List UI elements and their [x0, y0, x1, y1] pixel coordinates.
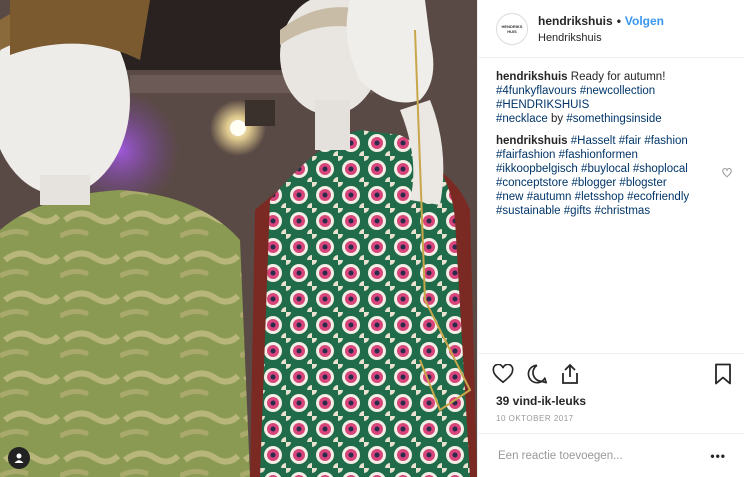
- location-link[interactable]: Hendrikshuis: [538, 32, 664, 44]
- caption: hendrikshuis Ready for autumn! #4funkyfl…: [496, 70, 726, 126]
- hashtag-link[interactable]: #blogger: [571, 177, 616, 189]
- hashtag-link[interactable]: #fashion: [644, 135, 687, 147]
- action-bar: [478, 353, 744, 390]
- user-tag-icon[interactable]: [8, 447, 30, 469]
- caption-username[interactable]: hendrikshuis: [496, 71, 568, 83]
- caption-text: Ready for autumn!: [570, 71, 666, 83]
- hashtag-link[interactable]: #Hasselt: [571, 135, 616, 147]
- hashtag-link[interactable]: #necklace: [496, 113, 548, 125]
- hashtag-link[interactable]: #shoplocal: [633, 163, 688, 175]
- caption-word: by: [551, 113, 564, 125]
- comments-list: hendrikshuis Ready for autumn! #4funkyfl…: [478, 58, 744, 353]
- heart-icon[interactable]: [492, 363, 514, 387]
- hashtag-link[interactable]: #sustainable: [496, 205, 561, 217]
- hashtag-link[interactable]: #new: [496, 191, 524, 203]
- hashtag-link[interactable]: #HENDRIKSHUIS: [496, 99, 589, 111]
- hashtag-link[interactable]: #christmas: [594, 205, 650, 217]
- follow-button[interactable]: Volgen: [625, 14, 664, 28]
- hashtag-link[interactable]: #ikkoopbelgisch: [496, 163, 578, 175]
- post-header: HENDRIKS HUIS hendrikshuis • Volgen Hend…: [478, 0, 744, 58]
- add-comment-bar: •••: [478, 433, 744, 477]
- hashtag-link[interactable]: #blogster: [619, 177, 666, 189]
- hashtag-link[interactable]: #somethingsinside: [566, 113, 661, 125]
- comment-like-heart-icon[interactable]: [722, 168, 732, 182]
- hashtag-link[interactable]: #letsshop: [575, 191, 624, 203]
- comment-username[interactable]: hendrikshuis: [496, 135, 568, 147]
- hashtag-link[interactable]: #fair: [619, 135, 641, 147]
- action-bar-left: [492, 363, 580, 388]
- bookmark-icon[interactable]: [714, 363, 732, 388]
- mannequins-photo: [0, 0, 477, 477]
- post-photo[interactable]: [0, 0, 477, 477]
- instagram-post: HENDRIKS HUIS hendrikshuis • Volgen Hend…: [0, 0, 744, 477]
- avatar[interactable]: HENDRIKS HUIS: [496, 12, 528, 45]
- hashtag-link[interactable]: #conceptstore: [496, 177, 568, 189]
- share-icon[interactable]: [560, 363, 580, 388]
- post-date[interactable]: 10 OKTOBER 2017: [478, 408, 744, 433]
- likes-count[interactable]: 39 vind-ik-leuks: [478, 390, 744, 408]
- hashtag-link[interactable]: #fashionformen: [559, 149, 638, 161]
- username-link[interactable]: hendrikshuis: [538, 14, 613, 28]
- comment-item: hendrikshuis #Hasselt #fair #fashion #fa…: [496, 134, 732, 218]
- comment-icon[interactable]: [526, 363, 548, 388]
- post-header-text: hendrikshuis • Volgen Hendrikshuis: [538, 14, 664, 44]
- more-options-button[interactable]: •••: [710, 449, 726, 463]
- hashtag-link[interactable]: #ecofriendly: [627, 191, 689, 203]
- hashtag-link[interactable]: #4funkyflavours: [496, 85, 577, 97]
- username-line: hendrikshuis • Volgen: [538, 14, 664, 28]
- hashtag-link[interactable]: #autumn: [527, 191, 572, 203]
- hashtag-link[interactable]: #fairfashion: [496, 149, 555, 161]
- hashtag-link[interactable]: #gifts: [564, 205, 592, 217]
- hashtag-link[interactable]: #newcollection: [580, 85, 655, 97]
- separator-dot: •: [616, 13, 621, 28]
- post-side-panel: HENDRIKS HUIS hendrikshuis • Volgen Hend…: [477, 0, 744, 477]
- avatar-logo-text: HENDRIKS HUIS: [501, 23, 523, 34]
- comment-input[interactable]: [496, 448, 711, 463]
- hashtag-link[interactable]: #buylocal: [581, 163, 630, 175]
